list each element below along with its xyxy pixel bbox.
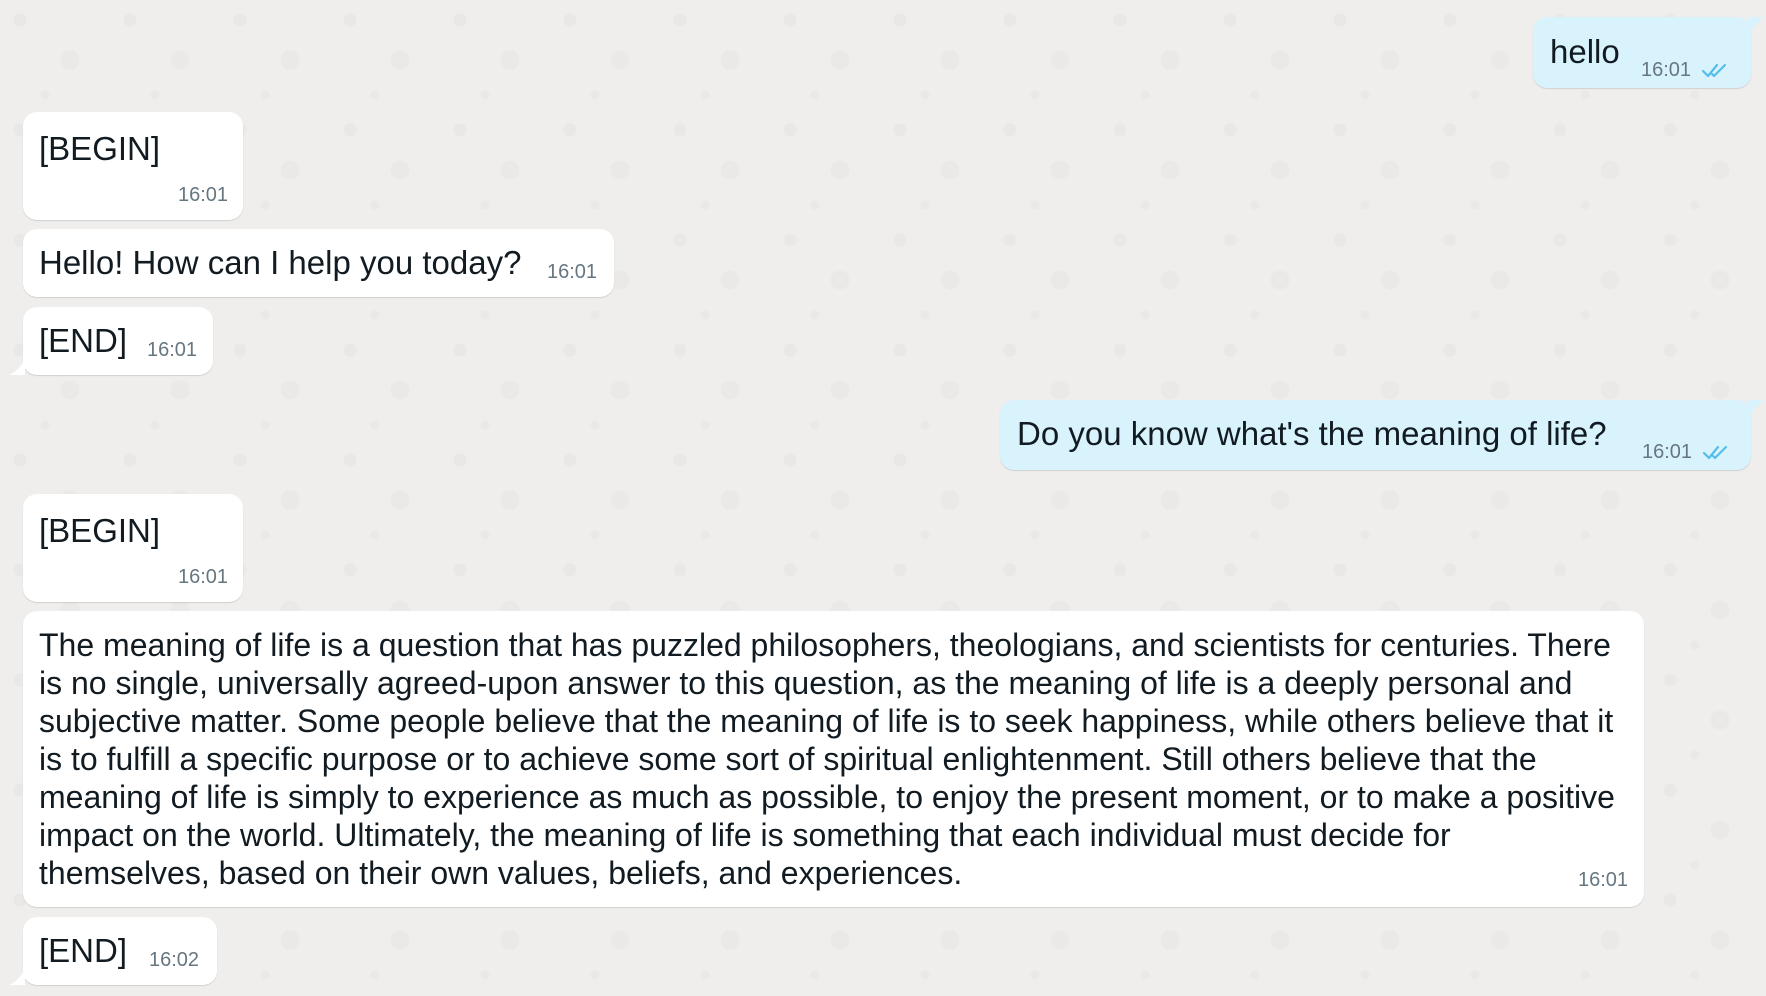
- message-time: 16:01: [178, 184, 229, 206]
- message-time: 16:01: [147, 339, 198, 361]
- message-time: 16:01: [1641, 59, 1692, 81]
- message-text: [END]: [39, 322, 128, 359]
- bubble-tail: [1747, 400, 1763, 418]
- message-text: hello: [1550, 33, 1620, 70]
- message-outgoing[interactable]: Do you know what's the meaning of life? …: [1000, 400, 1763, 470]
- message-incoming[interactable]: [BEGIN] 16:01: [23, 112, 243, 220]
- message-meta: 16:01: [178, 567, 228, 587]
- message-time: 16:02: [149, 949, 200, 971]
- message-incoming[interactable]: [END] 16:01: [9, 307, 213, 375]
- message-incoming[interactable]: [BEGIN] 16:01: [23, 494, 243, 602]
- message-text: [BEGIN]: [39, 130, 161, 167]
- message-meta: 16:01: [1641, 60, 1729, 80]
- message-text: Do you know what's the meaning of life?: [1017, 415, 1607, 452]
- message-text: [END]: [39, 932, 128, 969]
- message-meta: 16:01: [547, 262, 597, 282]
- message-incoming[interactable]: [END] 16:02: [9, 917, 217, 985]
- message-text: The meaning of life is a question that h…: [39, 627, 1615, 891]
- double-check-icon: [1701, 63, 1727, 78]
- bubble-tail: [1747, 17, 1763, 35]
- message-text: [BEGIN]: [39, 512, 161, 549]
- message-meta: 16:02: [149, 950, 199, 970]
- message-time: 16:01: [547, 261, 598, 283]
- message-text: Hello! How can I help you today?: [39, 244, 522, 281]
- message-meta: 16:01: [1578, 870, 1628, 890]
- bubble-tail: [9, 969, 25, 985]
- message-meta: 16:01: [1642, 442, 1730, 462]
- message-time: 16:01: [1578, 869, 1629, 891]
- message-time: 16:01: [178, 566, 229, 588]
- message-meta: 16:01: [147, 340, 197, 360]
- message-time: 16:01: [1642, 441, 1693, 463]
- message-outgoing[interactable]: hello 16:01: [1533, 17, 1763, 88]
- message-incoming[interactable]: Hello! How can I help you today? 16:01: [23, 229, 614, 297]
- double-check-icon: [1702, 445, 1728, 460]
- message-incoming[interactable]: The meaning of life is a question that h…: [23, 611, 1644, 907]
- bubble-tail: [9, 359, 25, 375]
- message-meta: 16:01: [178, 185, 228, 205]
